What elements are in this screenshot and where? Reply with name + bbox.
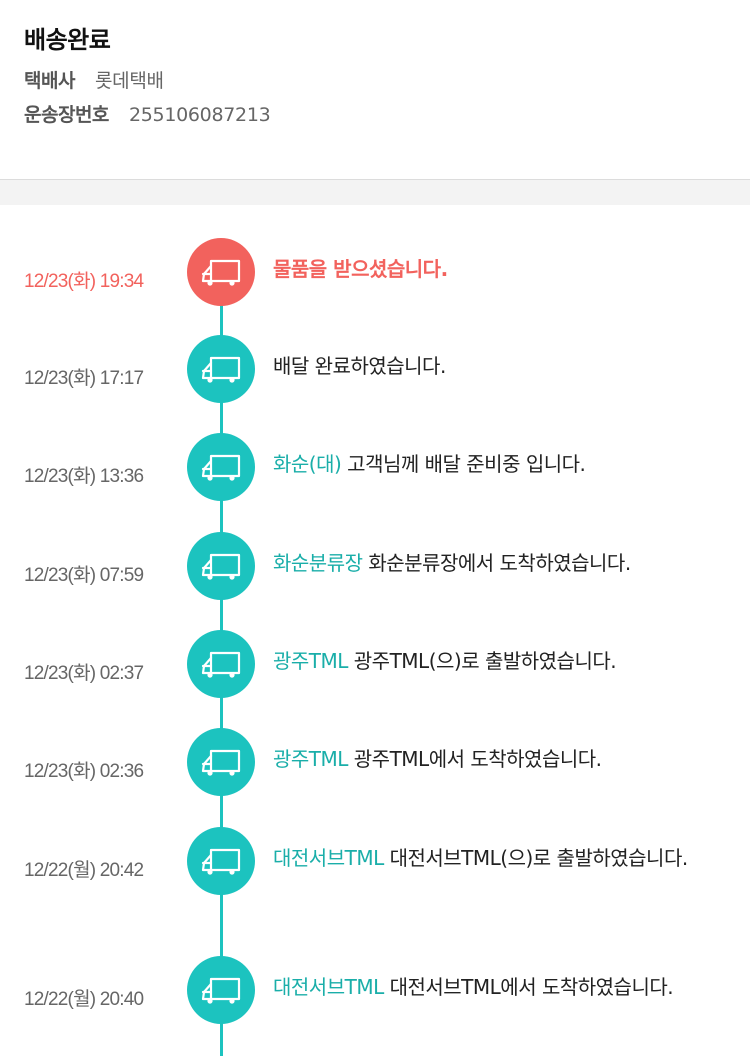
event-status-badge bbox=[187, 827, 255, 895]
event-description: 화순분류장 화순분류장에서 도착하였습니다. bbox=[273, 548, 736, 578]
event-location-link: 대전서브TML bbox=[273, 846, 384, 870]
truck-icon bbox=[199, 450, 243, 484]
event-description: 대전서브TML 대전서브TML(으)로 출발하였습니다. bbox=[273, 843, 736, 873]
event-message: 광주TML에서 도착하였습니다. bbox=[353, 747, 602, 771]
event-description: 대전서브TML 대전서브TML에서 도착하였습니다. bbox=[273, 972, 736, 1002]
truck-icon bbox=[199, 973, 243, 1007]
delivery-status-title: 배송완료 bbox=[24, 26, 111, 54]
event-status-badge bbox=[187, 630, 255, 698]
truck-icon bbox=[199, 745, 243, 779]
event-message: 고객님께 배달 준비중 입니다. bbox=[347, 452, 586, 476]
event-time: 12/23(화) 13:36 bbox=[24, 466, 144, 487]
event-time: 12/23(화) 19:34 bbox=[24, 271, 144, 292]
tracking-number-value: 255106087213 bbox=[128, 104, 271, 126]
event-location-link: 광주TML bbox=[273, 649, 348, 673]
event-time: 12/22(월) 20:42 bbox=[24, 860, 144, 881]
tracking-number-label: 운송장번호 bbox=[24, 104, 109, 126]
event-time: 12/23(화) 17:17 bbox=[24, 368, 144, 389]
event-location-link: 광주TML bbox=[273, 747, 348, 771]
event-message: 물품을 받으셨습니다. bbox=[273, 257, 448, 281]
carrier-value: 롯데택배 bbox=[95, 70, 164, 92]
carrier-row: 택배사 롯데택배 bbox=[24, 66, 726, 96]
truck-icon bbox=[199, 844, 243, 878]
event-time: 12/23(화) 07:59 bbox=[24, 565, 144, 586]
event-message: 배달 완료하였습니다. bbox=[273, 354, 446, 378]
event-description: 광주TML 광주TML(으)로 출발하였습니다. bbox=[273, 646, 736, 676]
delivery-header: 배송완료 택배사 롯데택배 운송장번호 255106087213 bbox=[0, 0, 750, 180]
event-location-link: 대전서브TML bbox=[273, 975, 384, 999]
event-description: 화순(대) 고객님께 배달 준비중 입니다. bbox=[273, 449, 736, 479]
event-message: 광주TML(으)로 출발하였습니다. bbox=[353, 649, 617, 673]
event-location-link: 화순(대) bbox=[273, 452, 342, 476]
event-description: 배달 완료하였습니다. bbox=[273, 351, 736, 381]
event-description: 광주TML 광주TML에서 도착하였습니다. bbox=[273, 744, 736, 774]
tracking-number-row: 운송장번호 255106087213 bbox=[24, 100, 726, 130]
truck-icon bbox=[199, 647, 243, 681]
event-message: 화순분류장에서 도착하였습니다. bbox=[368, 551, 631, 575]
event-status-badge bbox=[187, 728, 255, 796]
tracking-timeline[interactable]: 12/23(화) 19:34 물품을 받으셨습니다. 12/23(화) 17:17 배… bbox=[0, 205, 750, 1056]
section-divider bbox=[0, 180, 750, 205]
event-description: 물품을 받으셨습니다. bbox=[273, 254, 736, 284]
truck-icon bbox=[199, 549, 243, 583]
carrier-label: 택배사 bbox=[24, 70, 75, 92]
event-time: 12/23(화) 02:36 bbox=[24, 761, 144, 782]
event-status-badge bbox=[187, 433, 255, 501]
event-time: 12/23(화) 02:37 bbox=[24, 663, 144, 684]
event-message: 대전서브TML(으)로 출발하였습니다. bbox=[389, 846, 689, 870]
truck-icon bbox=[199, 255, 243, 289]
truck-icon bbox=[199, 352, 243, 386]
event-status-badge bbox=[187, 532, 255, 600]
event-status-badge bbox=[187, 956, 255, 1024]
event-status-badge bbox=[187, 335, 255, 403]
event-message: 대전서브TML에서 도착하였습니다. bbox=[389, 975, 674, 999]
event-location-link: 화순분류장 bbox=[273, 551, 363, 575]
event-status-badge bbox=[187, 238, 255, 306]
event-time: 12/22(월) 20:40 bbox=[24, 989, 144, 1010]
